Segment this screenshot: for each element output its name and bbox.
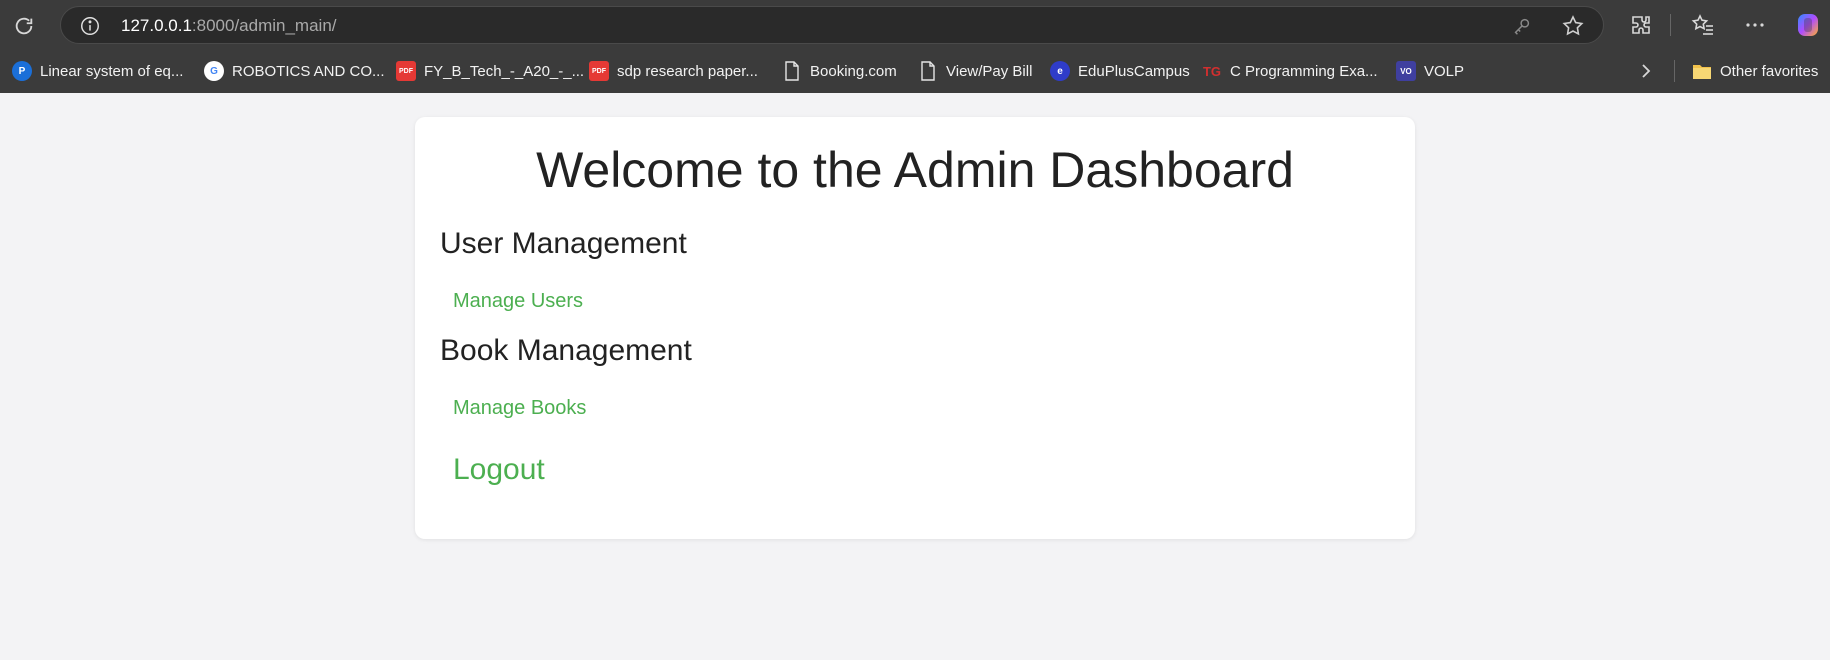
bookmark-label: ROBOTICS AND CO... xyxy=(232,62,385,80)
eduplus-icon: e xyxy=(1050,61,1070,81)
logout-link[interactable]: Logout xyxy=(453,453,545,487)
browser-toolbar: 127.0.0.1:8000/admin_main/ xyxy=(0,0,1830,50)
favorite-star-icon[interactable] xyxy=(1561,14,1585,38)
bookmark-label: EduPlusCampus xyxy=(1078,62,1190,80)
bookmarks-divider xyxy=(1674,60,1675,82)
dashboard-card: Welcome to the Admin Dashboard User Mana… xyxy=(415,117,1415,539)
bookmark-item[interactable]: VO VOLP xyxy=(1396,58,1464,84)
bookmark-label: C Programming Exa... xyxy=(1230,62,1378,80)
extensions-icon[interactable] xyxy=(1626,10,1656,40)
page-title: Welcome to the Admin Dashboard xyxy=(536,142,1294,198)
more-options-icon[interactable] xyxy=(1740,10,1770,40)
chevron-right-icon[interactable] xyxy=(1636,60,1656,82)
bookmark-item[interactable]: P Linear system of eq... xyxy=(12,58,183,84)
bookmark-label: View/Pay Bill xyxy=(946,62,1033,80)
url-text[interactable]: 127.0.0.1:8000/admin_main/ xyxy=(121,16,337,36)
page-icon xyxy=(782,61,802,81)
other-favorites-folder[interactable]: Other favorites xyxy=(1692,58,1818,84)
bookmark-item[interactable]: Booking.com xyxy=(782,58,897,84)
tg-icon: TG xyxy=(1202,63,1222,79)
bookmark-item[interactable]: G ROBOTICS AND CO... xyxy=(204,58,385,84)
url-path: :8000/admin_main/ xyxy=(191,16,337,35)
bookmarks-bar: P Linear system of eq... G ROBOTICS AND … xyxy=(0,50,1830,93)
url-host: 127.0.0.1 xyxy=(121,16,192,35)
bookmark-item[interactable]: PDF FY_B_Tech_-_A20_-_... xyxy=(396,58,584,84)
bookmark-item[interactable]: TG C Programming Exa... xyxy=(1202,58,1378,84)
bookmark-item[interactable]: View/Pay Bill xyxy=(918,58,1032,84)
page-icon xyxy=(918,61,938,81)
bookmark-label: VOLP xyxy=(1424,62,1465,80)
toolbar-divider xyxy=(1670,14,1671,36)
pearson-icon: P xyxy=(12,61,32,81)
folder-icon xyxy=(1692,61,1712,81)
pdf-icon: PDF xyxy=(396,61,416,81)
site-info-icon[interactable] xyxy=(79,15,101,37)
section-heading-user-management: User Management xyxy=(440,227,687,260)
volp-icon: VO xyxy=(1396,61,1416,81)
bookmark-item[interactable]: e EduPlusCampus xyxy=(1050,58,1190,84)
copilot-icon[interactable] xyxy=(1792,9,1824,41)
manage-books-link[interactable]: Manage Books xyxy=(453,397,586,420)
bookmark-label: FY_B_Tech_-_A20_-_... xyxy=(424,62,585,80)
google-icon: G xyxy=(204,61,224,81)
other-favorites-label: Other favorites xyxy=(1720,62,1819,80)
address-bar[interactable]: 127.0.0.1:8000/admin_main/ xyxy=(60,6,1604,44)
key-icon[interactable] xyxy=(1511,15,1533,37)
bookmark-item[interactable]: PDF sdp research paper... xyxy=(589,58,758,84)
pdf-icon: PDF xyxy=(589,61,609,81)
bookmark-label: Linear system of eq... xyxy=(40,62,184,80)
bookmark-label: sdp research paper... xyxy=(617,62,758,80)
bookmark-label: Booking.com xyxy=(810,62,897,80)
manage-users-link[interactable]: Manage Users xyxy=(453,290,583,313)
section-heading-book-management: Book Management xyxy=(440,334,692,367)
favorites-icon[interactable] xyxy=(1688,10,1718,40)
reload-icon[interactable] xyxy=(8,10,40,42)
